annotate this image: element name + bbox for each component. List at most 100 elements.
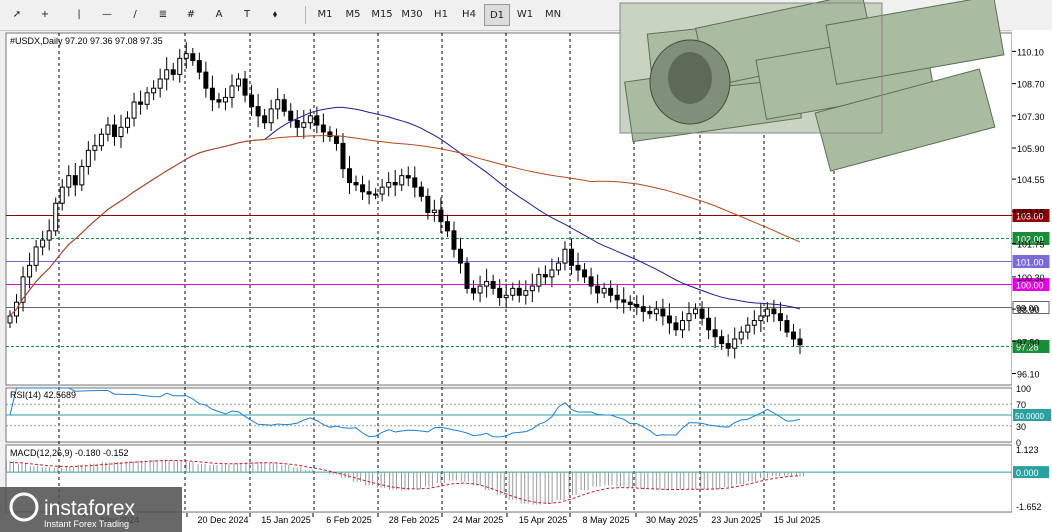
candle-body (425, 195, 431, 213)
candle-body (790, 331, 796, 340)
candle-body (275, 99, 281, 110)
candle-body (288, 110, 294, 121)
candle-body (484, 280, 490, 287)
logo-tagline: Instant Forex Trading (44, 519, 129, 529)
candle-body (562, 248, 568, 264)
candle-body (608, 287, 614, 296)
candle-body (673, 322, 679, 331)
candle-body (457, 248, 463, 264)
candle-body (209, 87, 215, 101)
candle-body (85, 149, 91, 167)
candle-body (706, 317, 712, 331)
candle-body (66, 175, 72, 188)
candle-body (510, 287, 516, 296)
rsi-label: RSI(14) 42.5689 (10, 390, 76, 400)
level-label: 101.00 (1016, 258, 1044, 268)
candle-body (536, 274, 542, 287)
candle-body (203, 71, 209, 89)
rsi-scale-label: 30 (1016, 422, 1026, 432)
candle-body (360, 184, 366, 193)
candle-body (758, 315, 764, 322)
date-label: 30 May 2025 (646, 515, 698, 525)
candle-body (777, 313, 783, 322)
candle-body (320, 124, 326, 133)
price-tick-label: 110.10 (1017, 47, 1044, 57)
candle-body (555, 262, 561, 271)
candle-body (719, 336, 725, 345)
candle-body (131, 101, 137, 119)
candle-body (784, 320, 790, 333)
candle-body (725, 343, 731, 349)
candle-body (412, 177, 418, 188)
candle-body (529, 285, 535, 292)
candle-body (621, 299, 627, 303)
candle-body (281, 99, 287, 112)
candle-body (40, 239, 46, 248)
candle-body (431, 209, 437, 213)
candle-body (222, 96, 228, 103)
price-tick-label: 96.10 (1017, 369, 1040, 379)
candle-body (797, 338, 803, 346)
candle-body (98, 133, 104, 147)
price-tick-label: 97.50 (1017, 337, 1040, 347)
rsi-level-badge-label: 50.0000 (1015, 412, 1044, 421)
candle-body (693, 308, 699, 315)
instaforex-logo: instaforexInstant Forex Trading (0, 487, 182, 532)
logo-wordmark: instaforex (44, 497, 136, 520)
candle-body (366, 191, 372, 195)
date-label: 15 Apr 2025 (519, 515, 568, 525)
price-tick-label: 101.75 (1017, 240, 1045, 250)
date-label: 28 Feb 2025 (389, 515, 440, 525)
candle-body (170, 69, 176, 75)
candle-body (745, 324, 751, 333)
candle-body (647, 310, 653, 315)
candle-body (190, 53, 196, 62)
candle-body (751, 320, 757, 326)
candle-body (523, 290, 529, 296)
candle-body (568, 248, 574, 266)
date-label: 15 Jan 2025 (261, 515, 311, 525)
candle-body (72, 175, 78, 186)
candle-body (111, 124, 117, 138)
candle-body (92, 145, 98, 151)
date-label: 15 Jul 2025 (774, 515, 821, 525)
price-tick-label: 108.70 (1017, 80, 1045, 90)
candle-body (418, 186, 424, 197)
candle-body (575, 264, 581, 271)
candle-body (660, 308, 666, 317)
candle-body (386, 182, 392, 188)
rsi-scale-label: 100 (1016, 384, 1031, 394)
candle-body (464, 262, 470, 289)
symbol-header: #USDX,Daily 97.20 97.36 97.08 97.35 (10, 36, 163, 46)
candle-body (216, 99, 222, 103)
candle-body (33, 246, 39, 266)
macd-scale-label: -1.652 (1016, 502, 1042, 512)
candle-body (699, 308, 705, 319)
candle-body (79, 165, 85, 186)
candle-body (183, 53, 189, 59)
candle-body (451, 230, 457, 250)
candle-body (177, 57, 183, 75)
candle-body (666, 315, 672, 324)
candle-body (392, 182, 398, 186)
candle-body (516, 287, 522, 296)
candle-body (353, 182, 359, 186)
candle-body (627, 301, 633, 305)
candle-body (27, 264, 33, 278)
candle-body (196, 60, 202, 73)
candle-body (477, 285, 483, 294)
candle-body (497, 287, 503, 299)
candle-body (438, 209, 444, 223)
candle-body (262, 115, 268, 124)
date-label: 23 Jun 2025 (711, 515, 761, 525)
candle-body (229, 85, 235, 98)
rsi-scale-label: 70 (1016, 400, 1026, 410)
candle-body (712, 329, 718, 338)
candle-body (46, 230, 52, 241)
candle-body (340, 142, 346, 170)
price-tick-label: 104.55 (1017, 175, 1045, 185)
candle-body (732, 338, 738, 349)
macd-zero-badge-label: 0.000 (1016, 468, 1039, 478)
candle-body (379, 186, 385, 195)
candle-body (138, 101, 144, 105)
